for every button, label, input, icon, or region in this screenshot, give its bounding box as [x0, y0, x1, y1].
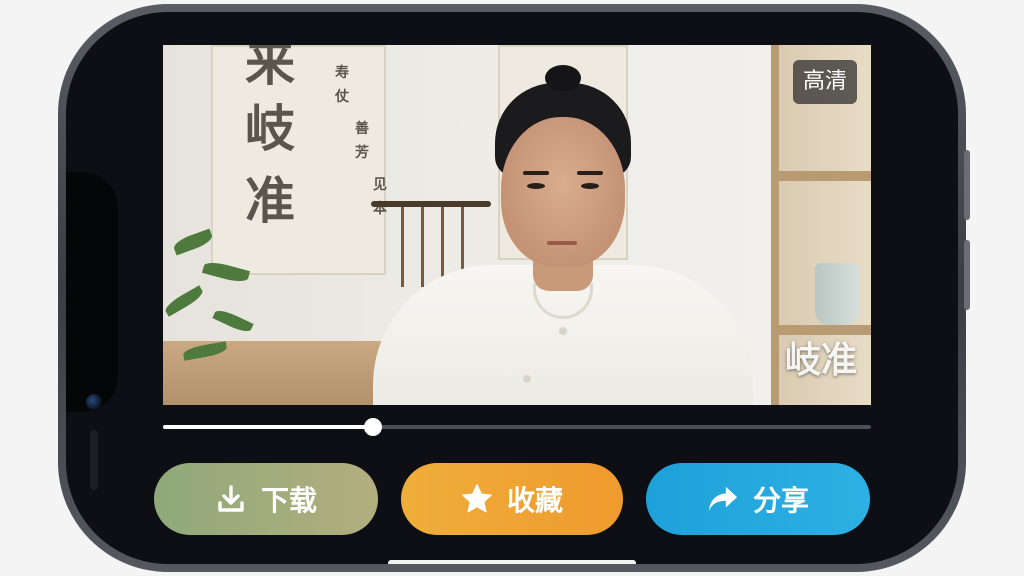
camera-icon: [86, 394, 102, 410]
share-button[interactable]: 分享: [646, 463, 870, 535]
shirt-knot: [559, 327, 567, 335]
phone-frame: 来 岐 准 寿仗 善芳 见本 高清 岐准 下载 收藏 分享: [58, 4, 966, 572]
share-arrow-icon: [707, 483, 739, 515]
shirt-knot: [523, 375, 531, 383]
home-indicator[interactable]: [388, 560, 636, 564]
hair-bun: [545, 65, 581, 91]
eyebrow-left: [523, 171, 549, 175]
presenter: [373, 65, 753, 405]
side-button: [964, 150, 970, 220]
mouth: [547, 241, 577, 245]
calligraphy-col-1: 寿仗: [335, 65, 349, 105]
favorite-label: 收藏: [506, 484, 563, 517]
leaf: [212, 307, 254, 335]
bamboo-plant-left: [163, 205, 283, 405]
progress-thumb[interactable]: [364, 418, 383, 436]
shelf-board: [771, 171, 871, 181]
favorite-button[interactable]: 收藏: [401, 463, 623, 535]
calligraphy-char-1: 岐: [245, 99, 295, 158]
shelf-post: [771, 45, 779, 405]
leaf: [201, 259, 251, 285]
calligraphy-char-top: 来: [245, 45, 295, 92]
side-button: [964, 240, 970, 310]
progress-bar[interactable]: [163, 418, 871, 436]
download-label: 下载: [260, 484, 317, 517]
download-button[interactable]: 下载: [154, 463, 378, 535]
front-camera-notch: [66, 172, 118, 490]
eye-left: [527, 183, 545, 189]
eyebrow-right: [577, 171, 603, 175]
quality-badge[interactable]: 高清: [792, 60, 857, 104]
leaf: [163, 285, 206, 317]
download-icon: [215, 483, 247, 515]
calligraphy-col-2: 善芳: [355, 121, 369, 161]
phone-screen: 来 岐 准 寿仗 善芳 见本 高清 岐准 下载 收藏 分享: [66, 12, 958, 564]
star-icon: [461, 483, 493, 515]
video-player[interactable]: 来 岐 准 寿仗 善芳 见本 高清 岐准: [163, 45, 871, 405]
leaf: [171, 228, 215, 256]
share-label: 分享: [752, 484, 809, 517]
video-watermark: 岐准: [784, 340, 857, 381]
progress-fill: [163, 425, 374, 429]
eye-right: [581, 183, 599, 189]
leaf: [182, 341, 228, 361]
plant-pot-right: [815, 263, 859, 325]
speaker-grille: [90, 430, 98, 490]
